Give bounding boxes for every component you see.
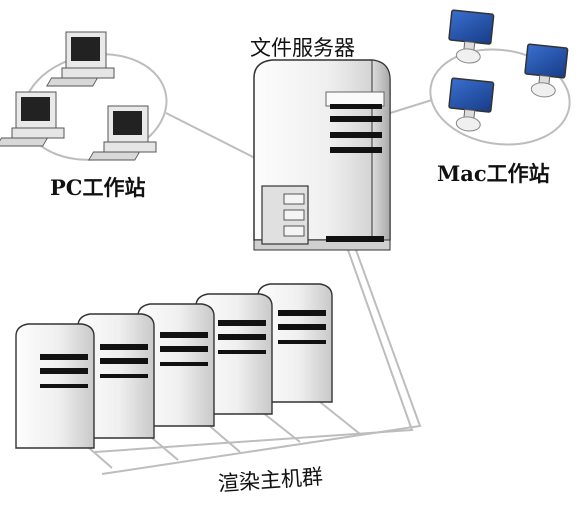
mac-workstation-2 <box>524 43 569 98</box>
file-server <box>253 59 391 251</box>
mac-server-link <box>386 99 433 115</box>
render-node-1 <box>15 323 95 449</box>
mac-workstation-1 <box>448 9 495 64</box>
farm-drop-4 <box>261 411 301 443</box>
render-farm <box>15 283 333 449</box>
mac-workstation-label: Mac工作站 <box>437 161 550 186</box>
farm-drop-5 <box>319 401 361 435</box>
pc-workstation-2 <box>0 91 65 147</box>
mac-workstation-3 <box>448 77 495 132</box>
pc-workstation-1 <box>46 31 115 87</box>
pc-workstation-3 <box>88 105 157 161</box>
file-server-label: 文件服务器 <box>250 36 355 60</box>
network-diagram <box>0 9 571 475</box>
pc-server-link <box>165 112 256 159</box>
pc-workstation-label: PC工作站 <box>50 175 146 200</box>
